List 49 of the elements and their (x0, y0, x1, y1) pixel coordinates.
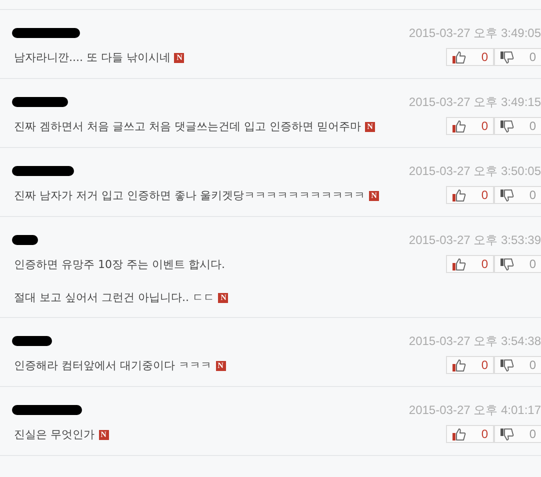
comment-text: 진짜 겜하면서 처음 글쓰고 처음 댓글쓰는건데 입고 인증하면 믿어주마 (14, 119, 361, 134)
dislike-button[interactable]: 0 (494, 186, 541, 204)
comment-text: 진짜 남자가 저거 입고 인증하면 좋나 울키겟당ㅋㅋㅋㅋㅋㅋㅋㅋㅋㅋㅋ (14, 188, 365, 203)
comment-time: 2015-03-27 오후 4:01:17 (408, 402, 541, 418)
redaction-mark (12, 165, 74, 177)
like-button[interactable]: 0 (446, 356, 494, 374)
comment-text: 인증해라 컴터앞에서 대기중이다 ㅋㅋㅋ (14, 358, 212, 373)
dislike-button[interactable]: 0 (494, 425, 541, 443)
like-button[interactable]: 0 (446, 117, 494, 135)
comment-time: 2015-03-27 오후 3:49:15 (408, 94, 541, 110)
thumbs-down-icon (500, 428, 514, 440)
thumbs-up-icon (452, 188, 466, 202)
new-badge: N (174, 52, 184, 62)
thumbs-up-icon (452, 258, 466, 270)
thumbs-down-icon (500, 358, 514, 372)
comment-text: 절대 보고 싶어서 그런건 아닙니다.. ㄷㄷ (14, 290, 214, 305)
thumbs-up-icon (452, 358, 466, 372)
like-button[interactable]: 0 (446, 425, 494, 443)
like-button[interactable]: 0 (446, 186, 494, 204)
thumbs-up-icon (452, 120, 466, 132)
redaction-mark (12, 234, 38, 246)
redaction-mark (12, 404, 82, 416)
comment-text: 인증하면 유망주 10장 주는 이벤트 합시다. (14, 257, 225, 272)
thumbs-down-icon (500, 50, 514, 64)
like-button[interactable]: 0 (446, 255, 494, 273)
redaction-mark (12, 27, 80, 39)
thumbs-down-icon (500, 258, 514, 270)
new-badge: N (364, 122, 375, 132)
like-button[interactable]: 0 (446, 48, 494, 66)
new-badge: N (218, 292, 228, 302)
thumbs-down-icon (500, 188, 514, 202)
dislike-button[interactable]: 0 (494, 356, 541, 374)
comment-time: 2015-03-27 오후 3:53:39 (408, 232, 541, 248)
comment-time: 2015-03-27 오후 3:50:05 (408, 162, 541, 180)
thumbs-up-icon (452, 428, 466, 440)
thumbs-up-icon (452, 50, 466, 64)
new-badge: N (216, 360, 226, 370)
comment-time: 2015-03-27 오후 3:49:05 (408, 24, 541, 42)
dislike-button[interactable]: 0 (494, 48, 541, 66)
comment-time: 2015-03-27 오후 3:54:38 (408, 332, 541, 350)
comment-text: 진실은 무엇인가 (14, 427, 94, 442)
thumbs-down-icon (500, 120, 514, 132)
new-badge: N (98, 430, 108, 440)
comment-text: 남자라니깐.... 또 다들 낚이시네 (14, 50, 170, 65)
dislike-button[interactable]: 0 (494, 255, 541, 273)
new-badge: N (368, 190, 379, 200)
dislike-button[interactable]: 0 (494, 117, 541, 135)
redaction-mark (12, 335, 52, 347)
redaction-mark (12, 96, 68, 108)
